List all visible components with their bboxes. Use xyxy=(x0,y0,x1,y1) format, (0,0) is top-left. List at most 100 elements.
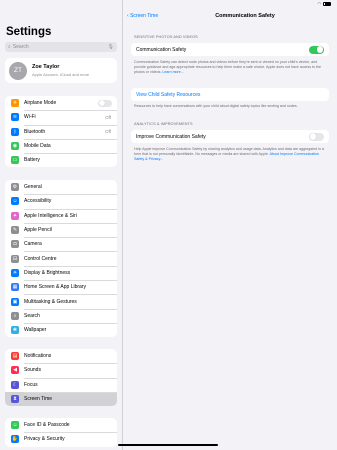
sidebar-item-label: Search xyxy=(24,312,40,319)
home-screen-icon: ▦ xyxy=(11,283,19,292)
sidebar-item-label: Multitasking & Gestures xyxy=(24,298,77,305)
sidebar-item-label: Display & Brightness xyxy=(24,269,71,276)
sidebar-item-control-centre[interactable]: ⊟ Control Centre xyxy=(5,251,117,265)
sidebar-item-apple-intelligence-siri[interactable]: ✦ Apple Intelligence & Siri xyxy=(5,208,117,223)
sidebar-item-display-brightness[interactable]: ☀ Display & Brightness xyxy=(5,265,117,280)
accessibility-icon: ☺ xyxy=(11,197,19,206)
sidebar-item-focus[interactable]: ☾ Focus xyxy=(5,377,117,392)
sidebar-item-label: Apple Pencil xyxy=(24,227,52,234)
profile-name: Zoe Taylor xyxy=(32,64,60,70)
sidebar-item-value: Off xyxy=(105,129,111,135)
antenna-icon: ◉ xyxy=(11,142,19,151)
airplane-icon: ✈ xyxy=(11,99,19,108)
improve-footer: Help Apple improve Communication Safety … xyxy=(134,147,326,161)
search-placeholder: Search xyxy=(12,44,29,50)
sidebar-item-value: Off xyxy=(105,114,111,120)
sidebar-item-apple-pencil[interactable]: ✎ Apple Pencil xyxy=(5,222,117,237)
siri-icon: ✦ xyxy=(11,211,19,220)
sidebar-item-label: Notifications xyxy=(24,353,52,360)
page-title: Settings xyxy=(6,26,52,38)
sidebar-item-label: Accessibility xyxy=(24,198,52,205)
sidebar-item-airplane-mode[interactable]: ✈ Airplane Mode xyxy=(5,96,117,110)
sidebar-item-mobile-data[interactable]: ◉ Mobile Data xyxy=(5,138,117,153)
learn-more-link[interactable]: Learn more... xyxy=(162,70,183,74)
sidebar-item-accessibility[interactable]: ☺ Accessibility xyxy=(5,194,117,208)
brightness-icon: ☀ xyxy=(11,268,19,277)
sidebar-item-privacy-security[interactable]: ✋ Privacy & Security xyxy=(5,432,117,446)
sidebar-item-wi-fi[interactable]: ≋ Wi-Fi Off xyxy=(5,110,117,124)
sidebar-item-label: Battery xyxy=(24,157,40,164)
communication-safety-row: Communication Safety xyxy=(131,43,329,56)
sidebar-item-label: Apple Intelligence & Siri xyxy=(24,212,77,219)
hourglass-icon: ⧗ xyxy=(11,395,19,404)
bell-icon: ▤ xyxy=(11,352,19,361)
sidebar-item-label: Airplane Mode xyxy=(24,100,57,107)
search-icon: ⌕ xyxy=(8,44,11,50)
sidebar-item-notifications[interactable]: ▤ Notifications xyxy=(5,349,117,363)
sidebar-item-label: Bluetooth xyxy=(24,128,46,135)
section-header-analytics: ANALYTICS & IMPROVEMENTS xyxy=(134,122,193,126)
pencil-icon: ✎ xyxy=(11,226,19,235)
communication-safety-footer: Communication Safety can detect nude pho… xyxy=(134,60,326,74)
profile-card[interactable]: ZT Zoe Taylor Apple Account, iCloud and … xyxy=(5,58,117,83)
sidebar-item-label: General xyxy=(24,184,42,191)
communication-safety-label: Communication Safety xyxy=(136,46,187,53)
airplane-mode-toggle[interactable] xyxy=(98,99,112,107)
battery-icon: ▭ xyxy=(11,156,19,165)
sidebar-item-home-screen-app-library[interactable]: ▦ Home Screen & App Library xyxy=(5,280,117,294)
settings-group-security: ☺ Face ID & Passcode ✋ Privacy & Security xyxy=(5,418,117,447)
sidebar-item-face-id-passcode[interactable]: ☺ Face ID & Passcode xyxy=(5,418,117,432)
gear-icon: ⚙ xyxy=(11,183,19,192)
camera-icon: ◘ xyxy=(11,240,19,249)
wifi-icon: ≋ xyxy=(11,113,19,122)
sidebar-item-multitasking-gestures[interactable]: ▣ Multitasking & Gestures xyxy=(5,294,117,308)
settings-group-general: ⚙ General ☺ Accessibility ✦ Apple Intelligenc… xyxy=(5,180,117,338)
wallpaper-icon: ❀ xyxy=(11,326,19,335)
sidebar-item-label: Sounds xyxy=(24,367,41,374)
sidebar-item-label: Camera xyxy=(24,241,42,248)
settings-group-notifications: ▤ Notifications ◀ Sounds ☾ Focus ⧗ Screen Time xyxy=(5,349,117,407)
sidebar-item-camera[interactable]: ◘ Camera xyxy=(5,237,117,251)
sidebar-item-label: Home Screen & App Library xyxy=(24,284,86,291)
face-id-icon: ☺ xyxy=(11,421,19,430)
sidebar-item-label: Mobile Data xyxy=(24,143,51,150)
detail-pane: ‹ Screen Time Communication Safety SENSI… xyxy=(123,0,337,450)
sidebar-item-label: Control Centre xyxy=(24,255,57,262)
sidebar-item-label: Face ID & Passcode xyxy=(24,422,70,429)
moon-icon: ☾ xyxy=(11,380,19,389)
improve-communication-safety-label: Improve Communication Safety xyxy=(136,133,206,140)
view-child-safety-resources-button[interactable]: View Child Safety Resources xyxy=(131,88,329,101)
search-field[interactable]: ⌕ Search 🎙︎ xyxy=(5,42,117,52)
multitasking-icon: ▣ xyxy=(11,297,19,306)
resources-footer: Resources to help have conversations wit… xyxy=(134,104,298,108)
communication-safety-toggle[interactable] xyxy=(309,45,324,54)
improve-communication-safety-toggle[interactable] xyxy=(309,132,324,141)
sidebar-item-general[interactable]: ⚙ General xyxy=(5,180,117,194)
sidebar-item-label: Privacy & Security xyxy=(24,436,65,443)
resources-card: View Child Safety Resources xyxy=(131,88,329,101)
sidebar-item-label: Screen Time xyxy=(24,396,53,403)
sidebar-item-label: Focus xyxy=(24,381,38,388)
microphone-icon[interactable]: 🎙︎ xyxy=(108,44,114,50)
control-centre-icon: ⊟ xyxy=(11,254,19,263)
sidebar-item-wallpaper[interactable]: ❀ Wallpaper xyxy=(5,322,117,337)
home-indicator xyxy=(118,444,218,446)
settings-sidebar: Settings ⌕ Search 🎙︎ ZT Zoe Taylor Apple… xyxy=(0,0,123,450)
detail-title: Communication Safety xyxy=(215,13,275,19)
section-header-sensitive: SENSITIVE PHOTOS AND VIDEOS xyxy=(134,35,198,39)
profile-subtitle: Apple Account, iCloud and more xyxy=(32,71,90,77)
improve-communication-safety-row: Improve Communication Safety xyxy=(131,130,329,143)
settings-group-connectivity: ✈ Airplane Mode ≋ Wi-Fi Off ᛒ Bluetooth Off ◉ Mob… xyxy=(5,96,117,168)
sidebar-item-label: Wallpaper xyxy=(24,327,47,334)
sidebar-item-bluetooth[interactable]: ᛒ Bluetooth Off xyxy=(5,124,117,139)
sidebar-item-sounds[interactable]: ◀ Sounds xyxy=(5,363,117,377)
sidebar-item-screen-time[interactable]: ⧗ Screen Time xyxy=(5,391,117,407)
bluetooth-icon: ᛒ xyxy=(11,127,19,136)
avatar: ZT xyxy=(9,61,27,80)
improve-card: Improve Communication Safety xyxy=(131,130,329,143)
search-icon: ⌕ xyxy=(11,311,19,320)
hand-icon: ✋ xyxy=(11,435,19,444)
speaker-icon: ◀ xyxy=(11,366,19,375)
sidebar-item-search[interactable]: ⌕ Search xyxy=(5,308,117,323)
sidebar-item-battery[interactable]: ▭ Battery xyxy=(5,153,117,167)
